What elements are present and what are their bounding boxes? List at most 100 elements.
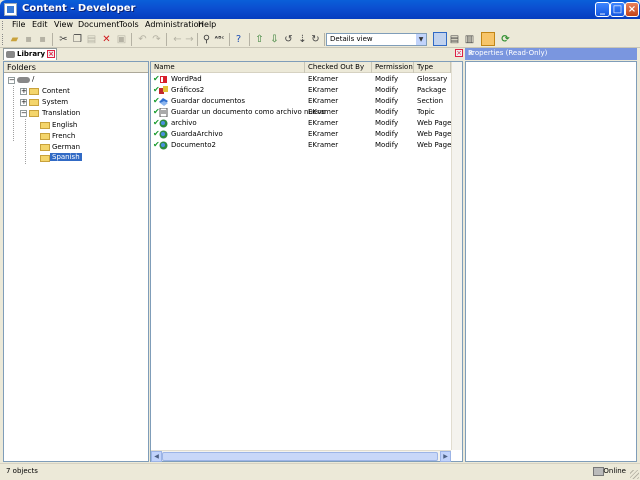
- folder-icon: [29, 99, 39, 106]
- cell-type: Section: [417, 97, 444, 105]
- redo-icon[interactable]: ↷: [150, 33, 163, 46]
- split-view-vertical-icon[interactable]: ▥: [463, 33, 476, 46]
- title-bar[interactable]: Content - Developer _ □ ×: [0, 0, 640, 19]
- split-view-horizontal-icon[interactable]: ▤: [448, 33, 461, 46]
- help-icon[interactable]: ?: [232, 33, 245, 46]
- topic-icon: [159, 108, 168, 117]
- cut-icon[interactable]: ✂: [57, 33, 70, 46]
- table-row[interactable]: ✔ Gráficos2 EKramer Modify Package: [151, 85, 451, 96]
- close-tab-icon[interactable]: ×: [47, 50, 55, 58]
- folder-icon: [40, 155, 50, 162]
- library-root-icon: [17, 77, 30, 83]
- web-page-icon: [159, 141, 168, 150]
- get-latest-icon[interactable]: ⇣: [296, 33, 309, 46]
- collapse-icon[interactable]: −: [8, 77, 15, 84]
- menu-grip: [2, 21, 5, 30]
- properties-icon[interactable]: ▣: [115, 33, 128, 46]
- tree-node-french[interactable]: French: [4, 131, 144, 142]
- close-properties-icon[interactable]: ×: [468, 49, 634, 57]
- save-icon[interactable]: ▪: [22, 33, 35, 46]
- tree-node-root[interactable]: − /: [4, 75, 144, 86]
- delete-icon[interactable]: ✕: [100, 33, 113, 46]
- horizontal-scrollbar[interactable]: ◀ ▶: [151, 450, 451, 462]
- scroll-right-icon[interactable]: ▶: [440, 451, 451, 462]
- chevron-down-icon[interactable]: ▼: [416, 34, 426, 45]
- tree-node-content[interactable]: + Content: [4, 86, 144, 97]
- status-bar: 7 objects Online: [0, 463, 640, 480]
- tree-node-system[interactable]: + System: [4, 97, 144, 108]
- column-header-type[interactable]: Type: [414, 62, 451, 73]
- menu-file[interactable]: File: [12, 20, 25, 29]
- menu-document[interactable]: Document: [78, 20, 119, 29]
- cell-checked-out-by: EKramer: [308, 141, 339, 149]
- package-icon: [159, 86, 168, 94]
- folder-icon: [29, 88, 39, 95]
- minimize-button[interactable]: _: [595, 2, 610, 17]
- cell-type: Web Page: [417, 130, 452, 138]
- paste-icon[interactable]: ▤: [85, 33, 98, 46]
- column-header-name[interactable]: Name: [151, 62, 305, 73]
- column-header-permission[interactable]: Permission: [372, 62, 414, 73]
- find-icon[interactable]: ⚲: [200, 33, 213, 46]
- app-icon[interactable]: [4, 3, 17, 16]
- table-row[interactable]: ✔ WordPad EKramer Modify Glossary: [151, 74, 451, 85]
- spell-check-icon[interactable]: ᴬᴮᶜ: [213, 33, 226, 46]
- cell-checked-out-by: EKramer: [308, 119, 339, 127]
- split-view-left-icon[interactable]: [433, 32, 447, 46]
- tree-label-french: French: [52, 132, 76, 140]
- tree-label-german: German: [52, 143, 81, 151]
- menu-help[interactable]: Help: [198, 20, 216, 29]
- tree-node-translation[interactable]: − Translation: [4, 108, 144, 119]
- table-row[interactable]: ✔ archivo EKramer Modify Web Page: [151, 118, 451, 129]
- history-icon[interactable]: ↻: [309, 33, 322, 46]
- document-tab-strip: [0, 48, 464, 60]
- close-window-button[interactable]: ×: [625, 2, 639, 17]
- menu-bar: File Edit View Document Tools Administra…: [0, 19, 640, 31]
- menu-tools[interactable]: Tools: [119, 20, 139, 29]
- tree-node-english[interactable]: English: [4, 120, 144, 131]
- close-library-pane-icon[interactable]: ×: [455, 49, 463, 57]
- menu-edit[interactable]: Edit: [32, 20, 48, 29]
- view-mode-select[interactable]: Details view ▼: [326, 33, 427, 46]
- copy-icon[interactable]: ❐: [71, 33, 84, 46]
- open-folder-icon: [29, 110, 39, 117]
- tree-node-german[interactable]: German: [4, 142, 144, 153]
- undo-checkout-icon[interactable]: ↺: [282, 33, 295, 46]
- undo-icon[interactable]: ↶: [136, 33, 149, 46]
- column-header-checked-out-by[interactable]: Checked Out By: [305, 62, 372, 73]
- table-row[interactable]: ✔ Guardar documentos EKramer Modify Sect…: [151, 96, 451, 107]
- scroll-left-icon[interactable]: ◀: [151, 451, 162, 462]
- menu-view[interactable]: View: [54, 20, 73, 29]
- forward-icon[interactable]: →: [183, 33, 196, 46]
- document-list: Name Checked Out By Permission Type ✔ Wo…: [150, 61, 463, 462]
- refresh-icon[interactable]: ⟳: [499, 33, 512, 46]
- cell-checked-out-by: EKramer: [308, 97, 339, 105]
- tree-node-spanish[interactable]: Spanish: [4, 153, 144, 164]
- cell-name: archivo: [171, 119, 197, 127]
- cell-name: Documento2: [171, 141, 217, 149]
- tab-library[interactable]: Library ×: [3, 48, 57, 60]
- save-all-icon[interactable]: ▪: [36, 33, 49, 46]
- scroll-thumb[interactable]: [162, 452, 438, 461]
- export-icon[interactable]: [481, 32, 495, 46]
- resize-grip-icon[interactable]: [630, 470, 639, 479]
- check-in-icon[interactable]: ⇧: [253, 33, 266, 46]
- maximize-button[interactable]: □: [610, 2, 625, 17]
- collapse-icon[interactable]: −: [20, 110, 27, 117]
- cell-checked-out-by: EKramer: [308, 130, 339, 138]
- toolbar-separator: [131, 33, 132, 46]
- vertical-scrollbar[interactable]: [451, 62, 462, 450]
- cell-type: Package: [417, 86, 447, 94]
- menu-administration[interactable]: Administration: [145, 20, 204, 29]
- cell-type: Web Page: [417, 119, 452, 127]
- folders-header: Folders: [4, 62, 148, 73]
- table-row[interactable]: ✔ Guardar un documento como archivo nuev…: [151, 107, 451, 118]
- table-row[interactable]: ✔ GuardaArchivo EKramer Modify Web Page: [151, 129, 451, 140]
- table-row[interactable]: ✔ Documento2 EKramer Modify Web Page: [151, 140, 451, 151]
- toolbar-separator: [324, 33, 325, 46]
- cell-permission: Modify: [375, 141, 399, 149]
- expand-icon[interactable]: +: [20, 88, 27, 95]
- open-folder-icon[interactable]: ▰: [8, 33, 21, 46]
- expand-icon[interactable]: +: [20, 99, 27, 106]
- check-out-icon[interactable]: ⇩: [268, 33, 281, 46]
